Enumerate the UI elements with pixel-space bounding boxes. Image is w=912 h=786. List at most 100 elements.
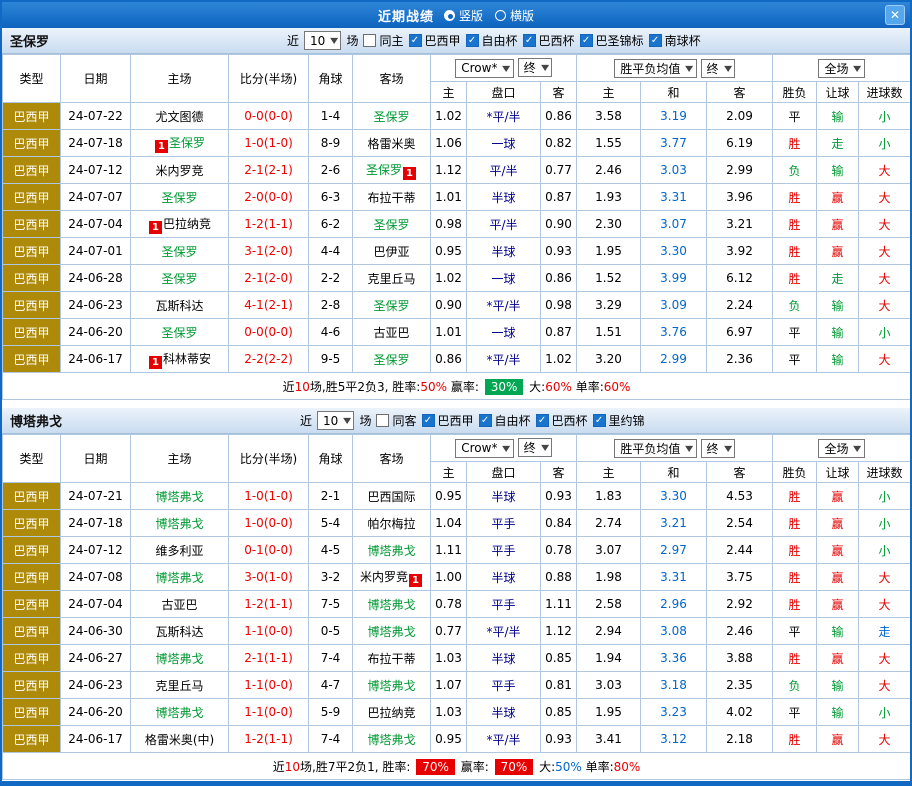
layout-radio-0[interactable]: 竖版 bbox=[444, 7, 483, 24]
result-cell: 胜 bbox=[773, 238, 817, 265]
avg-home-cell: 3.58 bbox=[577, 103, 641, 130]
chevron-down-icon: ▼ bbox=[685, 444, 693, 453]
unit-label: 场 bbox=[346, 32, 358, 49]
summary-cell: 近10场,胜7平2负1, 胜率: 70% 赢率: 70% 大:50% 单率:80… bbox=[3, 753, 911, 780]
avg-select[interactable]: 胜平负均值▼ bbox=[614, 59, 696, 78]
avg-final-select[interactable]: 终▼ bbox=[701, 439, 735, 458]
league-checkbox[interactable]: 自由杯 bbox=[466, 32, 518, 49]
league-checkbox[interactable]: 巴圣锦标 bbox=[580, 32, 644, 49]
league-checkbox[interactable]: 南球杯 bbox=[649, 32, 701, 49]
summary-segment: 场,胜7平2负1, 胜率: bbox=[300, 760, 414, 774]
league-checkbox-label: 里约锦 bbox=[609, 412, 645, 429]
results-table: 类型日期主场比分(半场)角球客场Crow*▼终▼胜平负均值▼终▼全场▼主盘口客主… bbox=[2, 54, 911, 400]
table-body: 巴西甲24-07-22尤文图德0-0(0-0)1-4圣保罗1.02*平/半0.8… bbox=[3, 103, 911, 400]
result-cell: 胜 bbox=[773, 537, 817, 564]
result-cell: 负 bbox=[773, 157, 817, 184]
team-name-text: 圣保罗 bbox=[161, 272, 197, 286]
league-checkbox-label: 自由杯 bbox=[482, 32, 518, 49]
corner-cell: 0-5 bbox=[309, 618, 353, 645]
handicap-cell: 平手 bbox=[467, 672, 541, 699]
team-name-text: 圣保罗 bbox=[373, 299, 409, 313]
odds-source-select[interactable]: Crow*▼ bbox=[455, 439, 513, 458]
league-checkbox[interactable]: 自由杯 bbox=[479, 412, 531, 429]
same-venue-checkbox[interactable]: 同客 bbox=[376, 412, 416, 429]
league-checkbox[interactable]: 巴西甲 bbox=[409, 32, 461, 49]
avg-away-cell: 3.21 bbox=[707, 211, 773, 238]
handicap-result-cell: 赢 bbox=[817, 591, 859, 618]
away-odds-cell: 0.90 bbox=[541, 211, 577, 238]
match-row: 巴西甲24-06-23瓦斯科达4-1(2-1)2-8圣保罗0.90*平/半0.9… bbox=[3, 292, 911, 319]
avg-home-cell: 1.83 bbox=[577, 483, 641, 510]
avg-draw-cell: 3.30 bbox=[641, 483, 707, 510]
score-cell: 2-2(2-2) bbox=[229, 346, 309, 373]
scope-select[interactable]: 全场▼ bbox=[818, 59, 864, 78]
avg-draw-cell: 3.21 bbox=[641, 510, 707, 537]
close-button[interactable]: ✕ bbox=[885, 5, 905, 25]
avg-draw-cell: 3.99 bbox=[641, 265, 707, 292]
team-name-text: 布拉干蒂 bbox=[367, 652, 415, 666]
odds-final-select[interactable]: 终▼ bbox=[518, 58, 552, 77]
col-away: 客场 bbox=[353, 55, 431, 103]
corner-cell: 7-5 bbox=[309, 591, 353, 618]
avg-away-cell: 6.97 bbox=[707, 319, 773, 346]
handicap-result-cell: 输 bbox=[817, 319, 859, 346]
result-cell: 平 bbox=[773, 319, 817, 346]
team-name: 博塔弗戈 bbox=[10, 411, 62, 430]
corner-cell: 6-3 bbox=[309, 184, 353, 211]
league-checkbox[interactable]: 巴西杯 bbox=[523, 32, 575, 49]
scope-select[interactable]: 全场▼ bbox=[818, 439, 864, 458]
away-odds-cell: 0.87 bbox=[541, 319, 577, 346]
summary-segment: 30% bbox=[485, 379, 524, 395]
avg-select[interactable]: 胜平负均值▼ bbox=[614, 439, 696, 458]
handicap-result-cell: 输 bbox=[817, 346, 859, 373]
near-label: 近 bbox=[287, 32, 299, 49]
away-team-cell: 巴西国际 bbox=[353, 483, 431, 510]
team-name-text: 博塔弗戈 bbox=[155, 571, 203, 585]
match-row: 巴西甲24-07-21博塔弗戈1-0(1-0)2-1巴西国际0.95半球0.93… bbox=[3, 483, 911, 510]
same-venue-checkbox[interactable]: 同主 bbox=[363, 32, 403, 49]
result-cell: 平 bbox=[773, 699, 817, 726]
avg-group-header: 胜平负均值▼ 终▼ bbox=[577, 55, 773, 82]
away-team-cell: 布拉干蒂 bbox=[353, 184, 431, 211]
rank-badge: 1 bbox=[409, 574, 422, 587]
league-checkbox[interactable]: 里约锦 bbox=[593, 412, 645, 429]
match-count-select[interactable]: 10▼ bbox=[304, 31, 341, 50]
away-odds-cell: 0.77 bbox=[541, 157, 577, 184]
away-odds-cell: 1.02 bbox=[541, 346, 577, 373]
score-cell: 1-0(1-0) bbox=[229, 483, 309, 510]
summary-segment: 赢率: bbox=[457, 760, 493, 774]
odds-source-select[interactable]: Crow*▼ bbox=[455, 59, 513, 78]
match-row: 巴西甲24-06-28圣保罗2-1(2-0)2-2克里丘马1.02一球0.861… bbox=[3, 265, 911, 292]
handicap-result-cell: 输 bbox=[817, 292, 859, 319]
team-name-text: 圣保罗 bbox=[161, 245, 197, 259]
avg-away-cell: 6.19 bbox=[707, 130, 773, 157]
layout-radio-1[interactable]: 横版 bbox=[495, 7, 534, 24]
date-cell: 24-07-01 bbox=[61, 238, 131, 265]
odds-final-select[interactable]: 终▼ bbox=[518, 438, 552, 457]
handicap-cell: 一球 bbox=[467, 319, 541, 346]
team-name-text: 博塔弗戈 bbox=[155, 517, 203, 531]
match-row: 巴西甲24-07-07圣保罗2-0(0-0)6-3布拉干蒂1.01半球0.871… bbox=[3, 184, 911, 211]
date-cell: 24-07-08 bbox=[61, 564, 131, 591]
subheader-odds-home: 主 bbox=[431, 82, 467, 103]
away-team-cell: 博塔弗戈 bbox=[353, 618, 431, 645]
summary-segment: 80% bbox=[614, 760, 641, 774]
league-checkbox[interactable]: 巴西甲 bbox=[422, 412, 474, 429]
score-cell: 1-1(0-0) bbox=[229, 618, 309, 645]
team-name-text: 科林蒂安 bbox=[163, 352, 211, 366]
summary-cell: 近10场,胜5平2负3, 胜率:50% 赢率: 30% 大:60% 单率:60% bbox=[3, 373, 911, 400]
away-team-cell: 圣保罗 bbox=[353, 346, 431, 373]
result-cell: 胜 bbox=[773, 265, 817, 292]
avg-final-select[interactable]: 终▼ bbox=[701, 59, 735, 78]
date-cell: 24-06-20 bbox=[61, 699, 131, 726]
scope-group-header: 全场▼ bbox=[773, 435, 911, 462]
handicap-cell: *平/半 bbox=[467, 618, 541, 645]
subheader-handicap-result: 让球 bbox=[817, 82, 859, 103]
corner-cell: 3-2 bbox=[309, 564, 353, 591]
home-odds-cell: 1.11 bbox=[431, 537, 467, 564]
match-count-select[interactable]: 10▼ bbox=[317, 411, 354, 430]
league-checkbox[interactable]: 巴西杯 bbox=[536, 412, 588, 429]
avg-away-cell: 2.18 bbox=[707, 726, 773, 753]
away-team-cell: 博塔弗戈 bbox=[353, 591, 431, 618]
result-cell: 胜 bbox=[773, 184, 817, 211]
